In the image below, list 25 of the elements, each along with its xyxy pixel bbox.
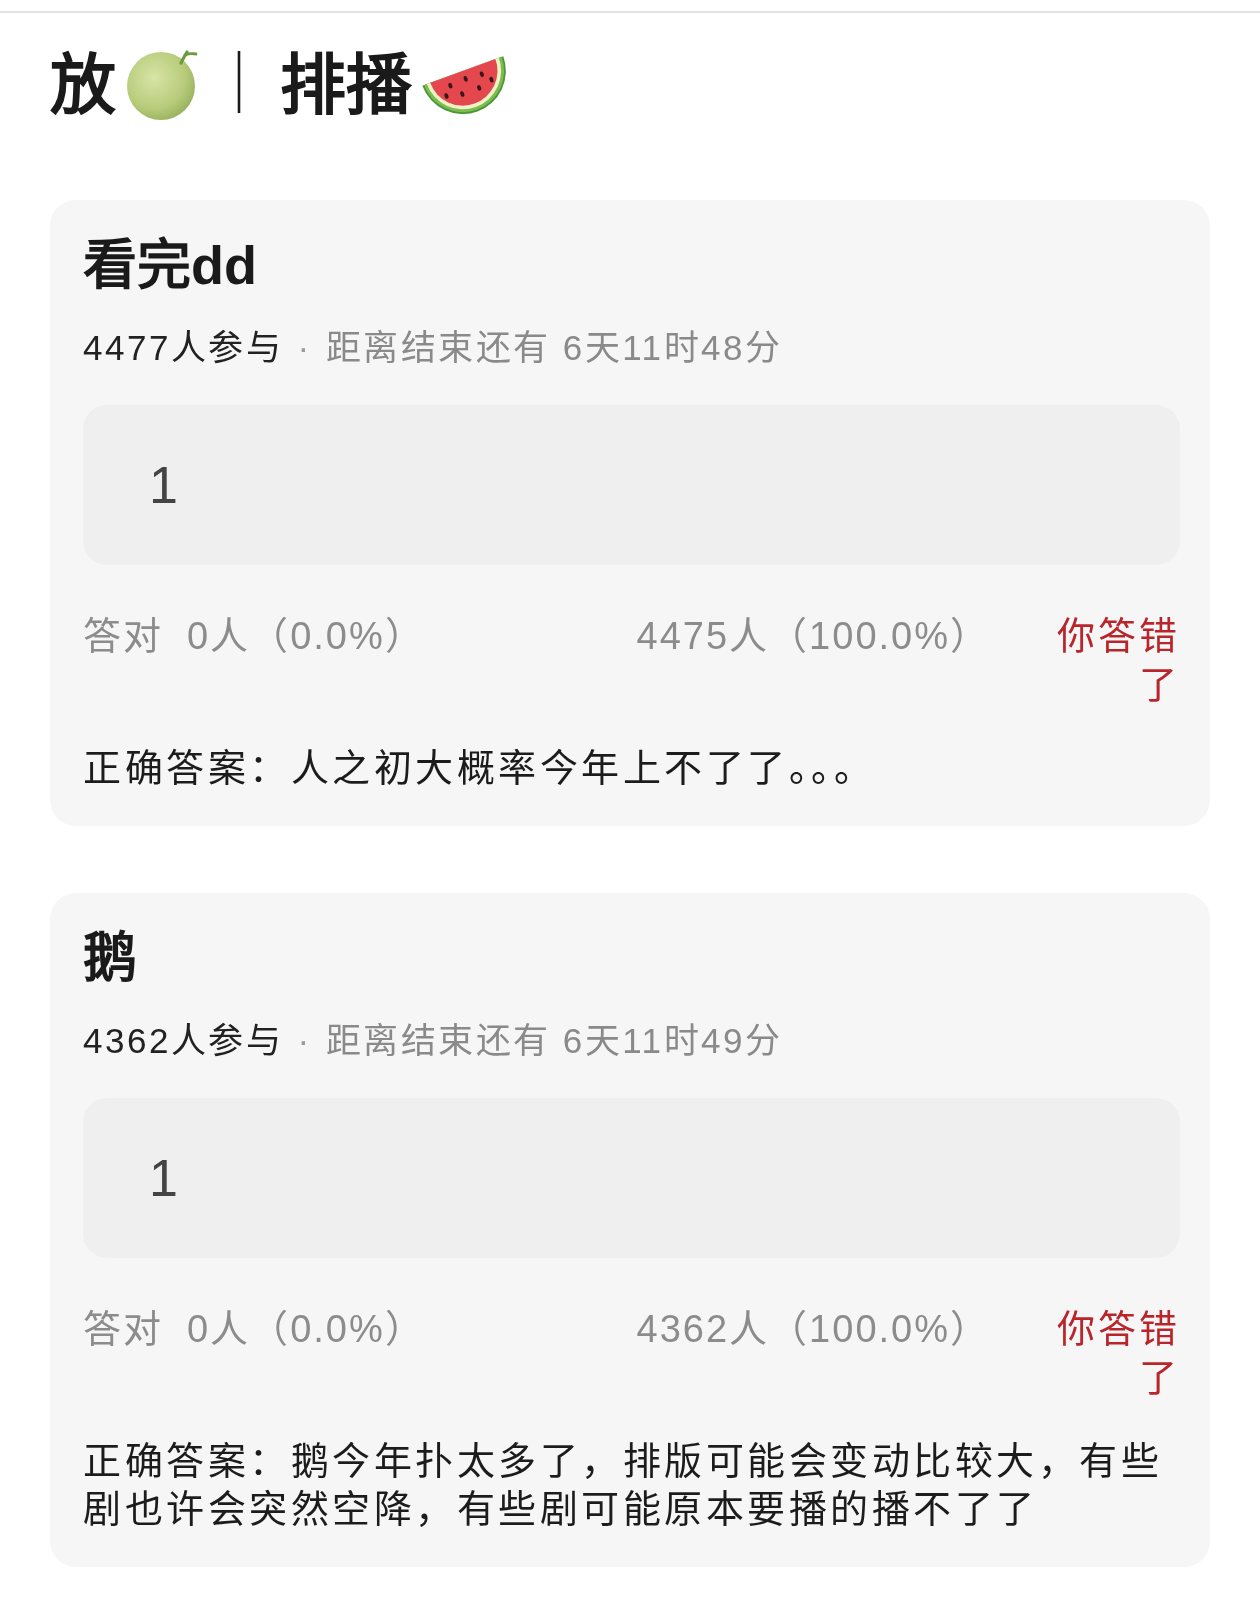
solution-text: 正确答案：鹅今年扑太多了，排版可能会变动比较大，有些剧也许会突然空降，有些剧可能原本要播的播不了了 bbox=[83, 1439, 1163, 1532]
correct-count: 0人（0.0%） bbox=[187, 614, 425, 659]
correct-label: 答对 bbox=[83, 614, 163, 659]
question-title: 鹅 bbox=[83, 927, 138, 989]
answer-box: 1 bbox=[83, 1098, 1180, 1258]
participant-count: 4477人参与 bbox=[83, 327, 284, 369]
question-title: 看完dd bbox=[83, 234, 258, 296]
watermelon-icon bbox=[422, 56, 506, 114]
meta-separator: · bbox=[297, 327, 312, 369]
answer-box: 1 bbox=[83, 405, 1180, 565]
melon-icon bbox=[126, 50, 198, 120]
participant-count: 4362人参与 bbox=[83, 1020, 284, 1062]
result-text: 你答错了 bbox=[1056, 1307, 1180, 1401]
countdown-text: 距离结束还有 6天11时48分 bbox=[325, 327, 783, 369]
result-text: 你答错了 bbox=[1056, 614, 1180, 708]
countdown-text: 距离结束还有 6天11时49分 bbox=[325, 1020, 783, 1062]
correct-label: 答对 bbox=[83, 1307, 163, 1352]
solution-text: 正确答案：人之初大概率今年上不了了。。。 bbox=[83, 746, 876, 791]
page-title: 排播 bbox=[280, 47, 412, 124]
wrong-count: 4475人（100.0%） bbox=[636, 614, 990, 659]
wrong-count: 4362人（100.0%） bbox=[636, 1307, 990, 1352]
title-separator: ｜ bbox=[208, 49, 270, 121]
meta-separator: · bbox=[297, 1020, 312, 1062]
correct-count: 0人（0.0%） bbox=[187, 1307, 425, 1352]
page-title: 放 bbox=[50, 47, 116, 124]
